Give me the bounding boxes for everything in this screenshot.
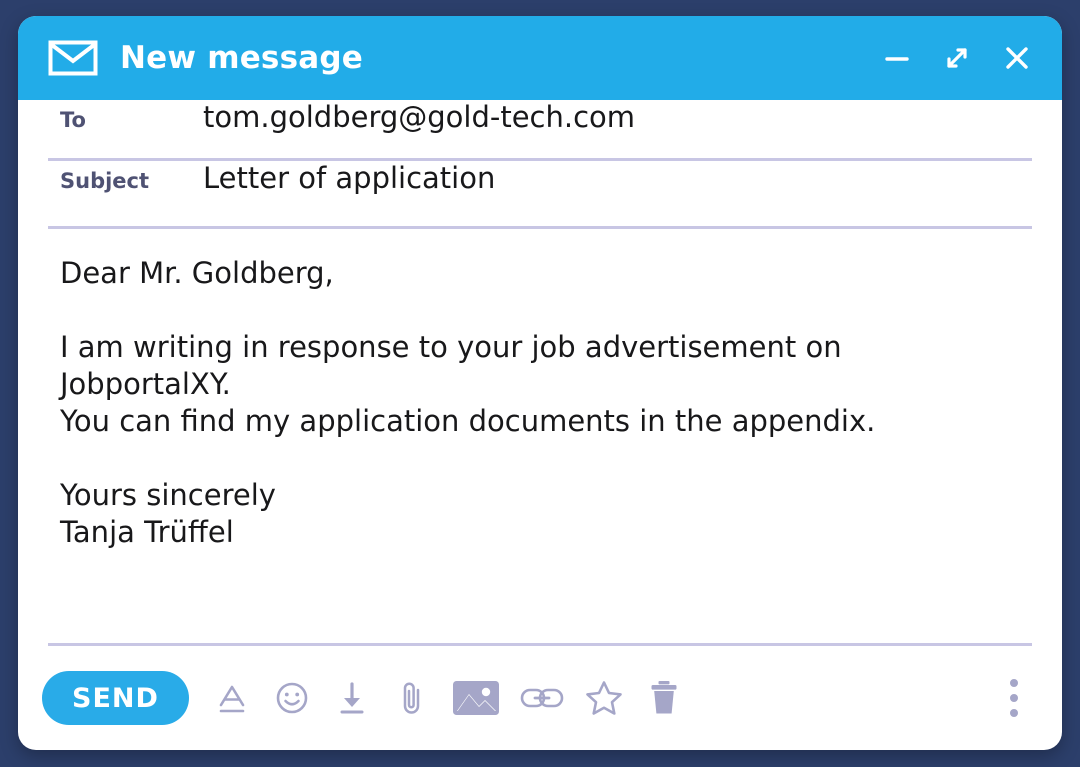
more-dot [1010, 709, 1018, 717]
trash-icon[interactable] [641, 675, 687, 721]
to-field-row[interactable]: To tom.goldberg@gold-tech.com [48, 100, 1032, 161]
more-options-button[interactable] [992, 672, 1036, 724]
attachment-icon[interactable] [389, 675, 435, 721]
image-icon[interactable] [449, 675, 503, 721]
text-format-icon[interactable] [209, 675, 255, 721]
send-button[interactable]: SEND [42, 671, 189, 725]
subject-field-label: Subject [60, 169, 150, 193]
download-icon[interactable] [329, 675, 375, 721]
to-field-label: To [60, 108, 86, 132]
compose-toolbar: SEND [18, 646, 1062, 750]
window-title: New message [120, 40, 363, 76]
header-fields: To tom.goldberg@gold-tech.com Subject Le… [18, 100, 1062, 229]
to-input[interactable]: tom.goldberg@gold-tech.com [203, 100, 635, 134]
window-controls [880, 41, 1034, 75]
more-dot [1010, 694, 1018, 702]
link-icon[interactable] [517, 675, 567, 721]
window-titlebar: New message [18, 16, 1062, 100]
titlebar-left-group: New message [48, 40, 363, 76]
envelope-icon [48, 40, 98, 76]
message-body-area[interactable]: Dear Mr. Goldberg, I am writing in respo… [18, 229, 1062, 643]
maximize-button[interactable] [940, 41, 974, 75]
minimize-button[interactable] [880, 41, 914, 75]
close-button[interactable] [1000, 41, 1034, 75]
emoji-icon[interactable] [269, 675, 315, 721]
message-body-text[interactable]: Dear Mr. Goldberg, I am writing in respo… [48, 255, 1032, 551]
toolbar-icon-group [209, 675, 687, 721]
more-dot [1010, 679, 1018, 687]
compose-window: New message To tom.goldberg@gold-tech.co… [18, 16, 1062, 750]
subject-input[interactable]: Letter of application [203, 161, 495, 195]
subject-field-row[interactable]: Subject Letter of application [48, 161, 1032, 229]
star-icon[interactable] [581, 675, 627, 721]
